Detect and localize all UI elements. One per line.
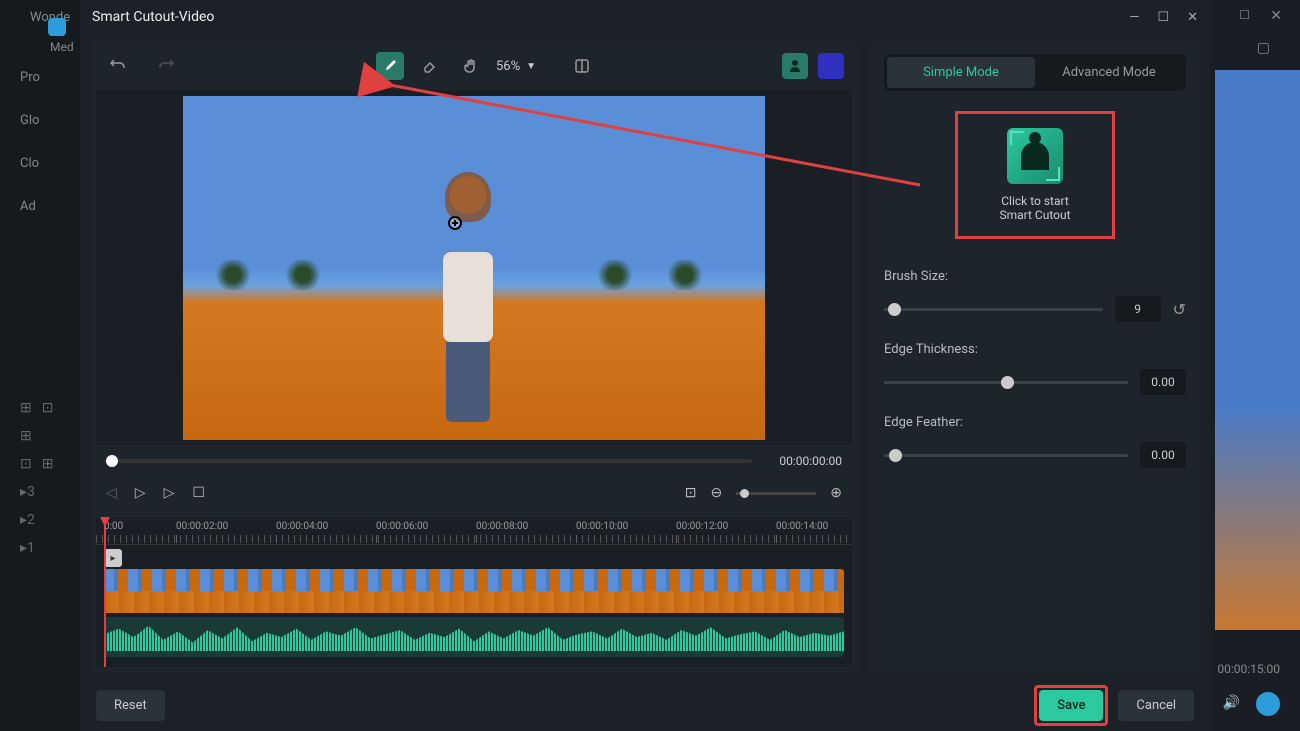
bg-tool-icon[interactable]: ⊞	[20, 400, 32, 416]
timeline-tick: 00:00:08:00	[476, 521, 528, 532]
bg-preview-strip	[1215, 70, 1300, 630]
timeline-tick: 00:00:04:00	[276, 521, 328, 532]
edge-thickness-slider[interactable]	[884, 381, 1128, 384]
edge-feather-slider[interactable]	[884, 454, 1128, 457]
timeline-tick: 00:00:12:00	[676, 521, 728, 532]
audio-track[interactable]	[104, 617, 844, 657]
preview-viewport[interactable]	[96, 90, 852, 445]
bg-timecode: 00:00:15:00	[1217, 662, 1280, 676]
color-swatch[interactable]	[818, 53, 844, 79]
minimize-icon[interactable]: —	[1129, 10, 1139, 25]
bg-tool-icon[interactable]: ⊡	[20, 456, 32, 472]
preview-scrubber[interactable]	[106, 459, 752, 463]
redo-icon[interactable]	[152, 52, 180, 80]
compare-icon[interactable]	[568, 52, 596, 80]
tab-advanced-mode[interactable]: Advanced Mode	[1035, 57, 1183, 88]
bg-image-icon[interactable]: ▢	[1257, 40, 1270, 56]
chevron-down-icon: ▼	[526, 61, 536, 72]
undo-icon[interactable]	[104, 52, 132, 80]
bg-nav-item[interactable]: Clo	[20, 156, 40, 171]
edge-thickness-label: Edge Thickness:	[884, 342, 1186, 357]
timeline-tick: 00:00:14:00	[776, 521, 828, 532]
bg-tool-icon[interactable]: ⊡	[42, 400, 54, 416]
bg-volume-icon[interactable]: 🔊	[1223, 695, 1240, 711]
timeline-tick: 00:00:06:00	[376, 521, 428, 532]
zoom-slider[interactable]	[736, 492, 816, 495]
reset-button[interactable]: Reset	[96, 690, 165, 721]
brush-cursor-icon	[448, 216, 462, 230]
crop-icon[interactable]: ⊡	[685, 485, 697, 501]
playhead[interactable]	[104, 517, 106, 667]
timeline-tick: 00:00:10:00	[576, 521, 628, 532]
brush-tool-icon[interactable]	[376, 52, 404, 80]
smart-cutout-icon	[1007, 128, 1063, 184]
bg-tool-icon[interactable]: ⊞	[20, 428, 32, 444]
bg-logo-icon	[48, 18, 66, 36]
edge-feather-label: Edge Feather:	[884, 415, 1186, 430]
zoom-dropdown[interactable]: 56%▼	[496, 59, 536, 74]
brush-size-slider[interactable]	[884, 308, 1103, 311]
bg-nav-item[interactable]: Ad	[20, 199, 40, 214]
bg-brand-logo-icon	[1256, 692, 1280, 716]
timecode-display: 00:00:00:00	[762, 454, 842, 468]
cutout-label: Click to start Smart Cutout	[988, 194, 1082, 222]
bg-maximize-icon[interactable]: ☐	[1239, 8, 1250, 22]
zoom-in-icon[interactable]: ⊕	[830, 485, 842, 501]
hand-tool-icon[interactable]	[456, 52, 484, 80]
reset-icon[interactable]: ↺	[1173, 300, 1186, 319]
bg-track-icon[interactable]: ▸2	[20, 512, 35, 528]
save-button[interactable]: Save	[1039, 690, 1103, 721]
prev-frame-icon[interactable]: ◁	[106, 485, 117, 501]
bg-tool-icon[interactable]: ⊞	[42, 456, 54, 472]
modal-title: Smart Cutout-Video	[92, 9, 214, 25]
person-mask-icon[interactable]	[782, 53, 808, 79]
maximize-icon[interactable]: ☐	[1157, 10, 1169, 25]
brush-size-label: Brush Size:	[884, 269, 1186, 284]
eraser-tool-icon[interactable]	[416, 52, 444, 80]
video-track[interactable]	[104, 569, 844, 613]
brush-size-value[interactable]: 9	[1115, 296, 1161, 322]
play-icon[interactable]: ▷	[164, 485, 175, 501]
zoom-out-icon[interactable]: ⊖	[711, 485, 723, 501]
bg-track-icon[interactable]: ▸1	[20, 540, 35, 556]
bg-nav-item[interactable]: Pro	[20, 70, 40, 85]
timeline-toggle-icon[interactable]: ▸	[104, 549, 122, 567]
start-cutout-button[interactable]: Click to start Smart Cutout	[955, 111, 1115, 239]
next-frame-icon[interactable]: ▷	[135, 485, 146, 501]
timeline[interactable]: 0:00 00:00:02:00 00:00:04:00 00:00:06:00…	[96, 517, 852, 667]
edge-thickness-value[interactable]: 0.00	[1140, 369, 1186, 395]
edge-feather-value[interactable]: 0.00	[1140, 442, 1186, 468]
tab-simple-mode[interactable]: Simple Mode	[887, 57, 1035, 88]
cancel-button[interactable]: Cancel	[1118, 690, 1194, 721]
smart-cutout-modal: Smart Cutout-Video — ☐ ✕ 56%▼	[80, 0, 1210, 731]
close-icon[interactable]: ✕	[1187, 10, 1198, 25]
bg-media-label: Med	[50, 40, 74, 54]
bg-close-icon[interactable]: ✕	[1270, 8, 1282, 24]
timeline-tick: 00:00:02:00	[176, 521, 228, 532]
bg-track-icon[interactable]: ▸3	[20, 484, 35, 500]
stop-icon[interactable]: ☐	[192, 485, 205, 501]
bg-nav-item[interactable]: Glo	[20, 113, 40, 128]
